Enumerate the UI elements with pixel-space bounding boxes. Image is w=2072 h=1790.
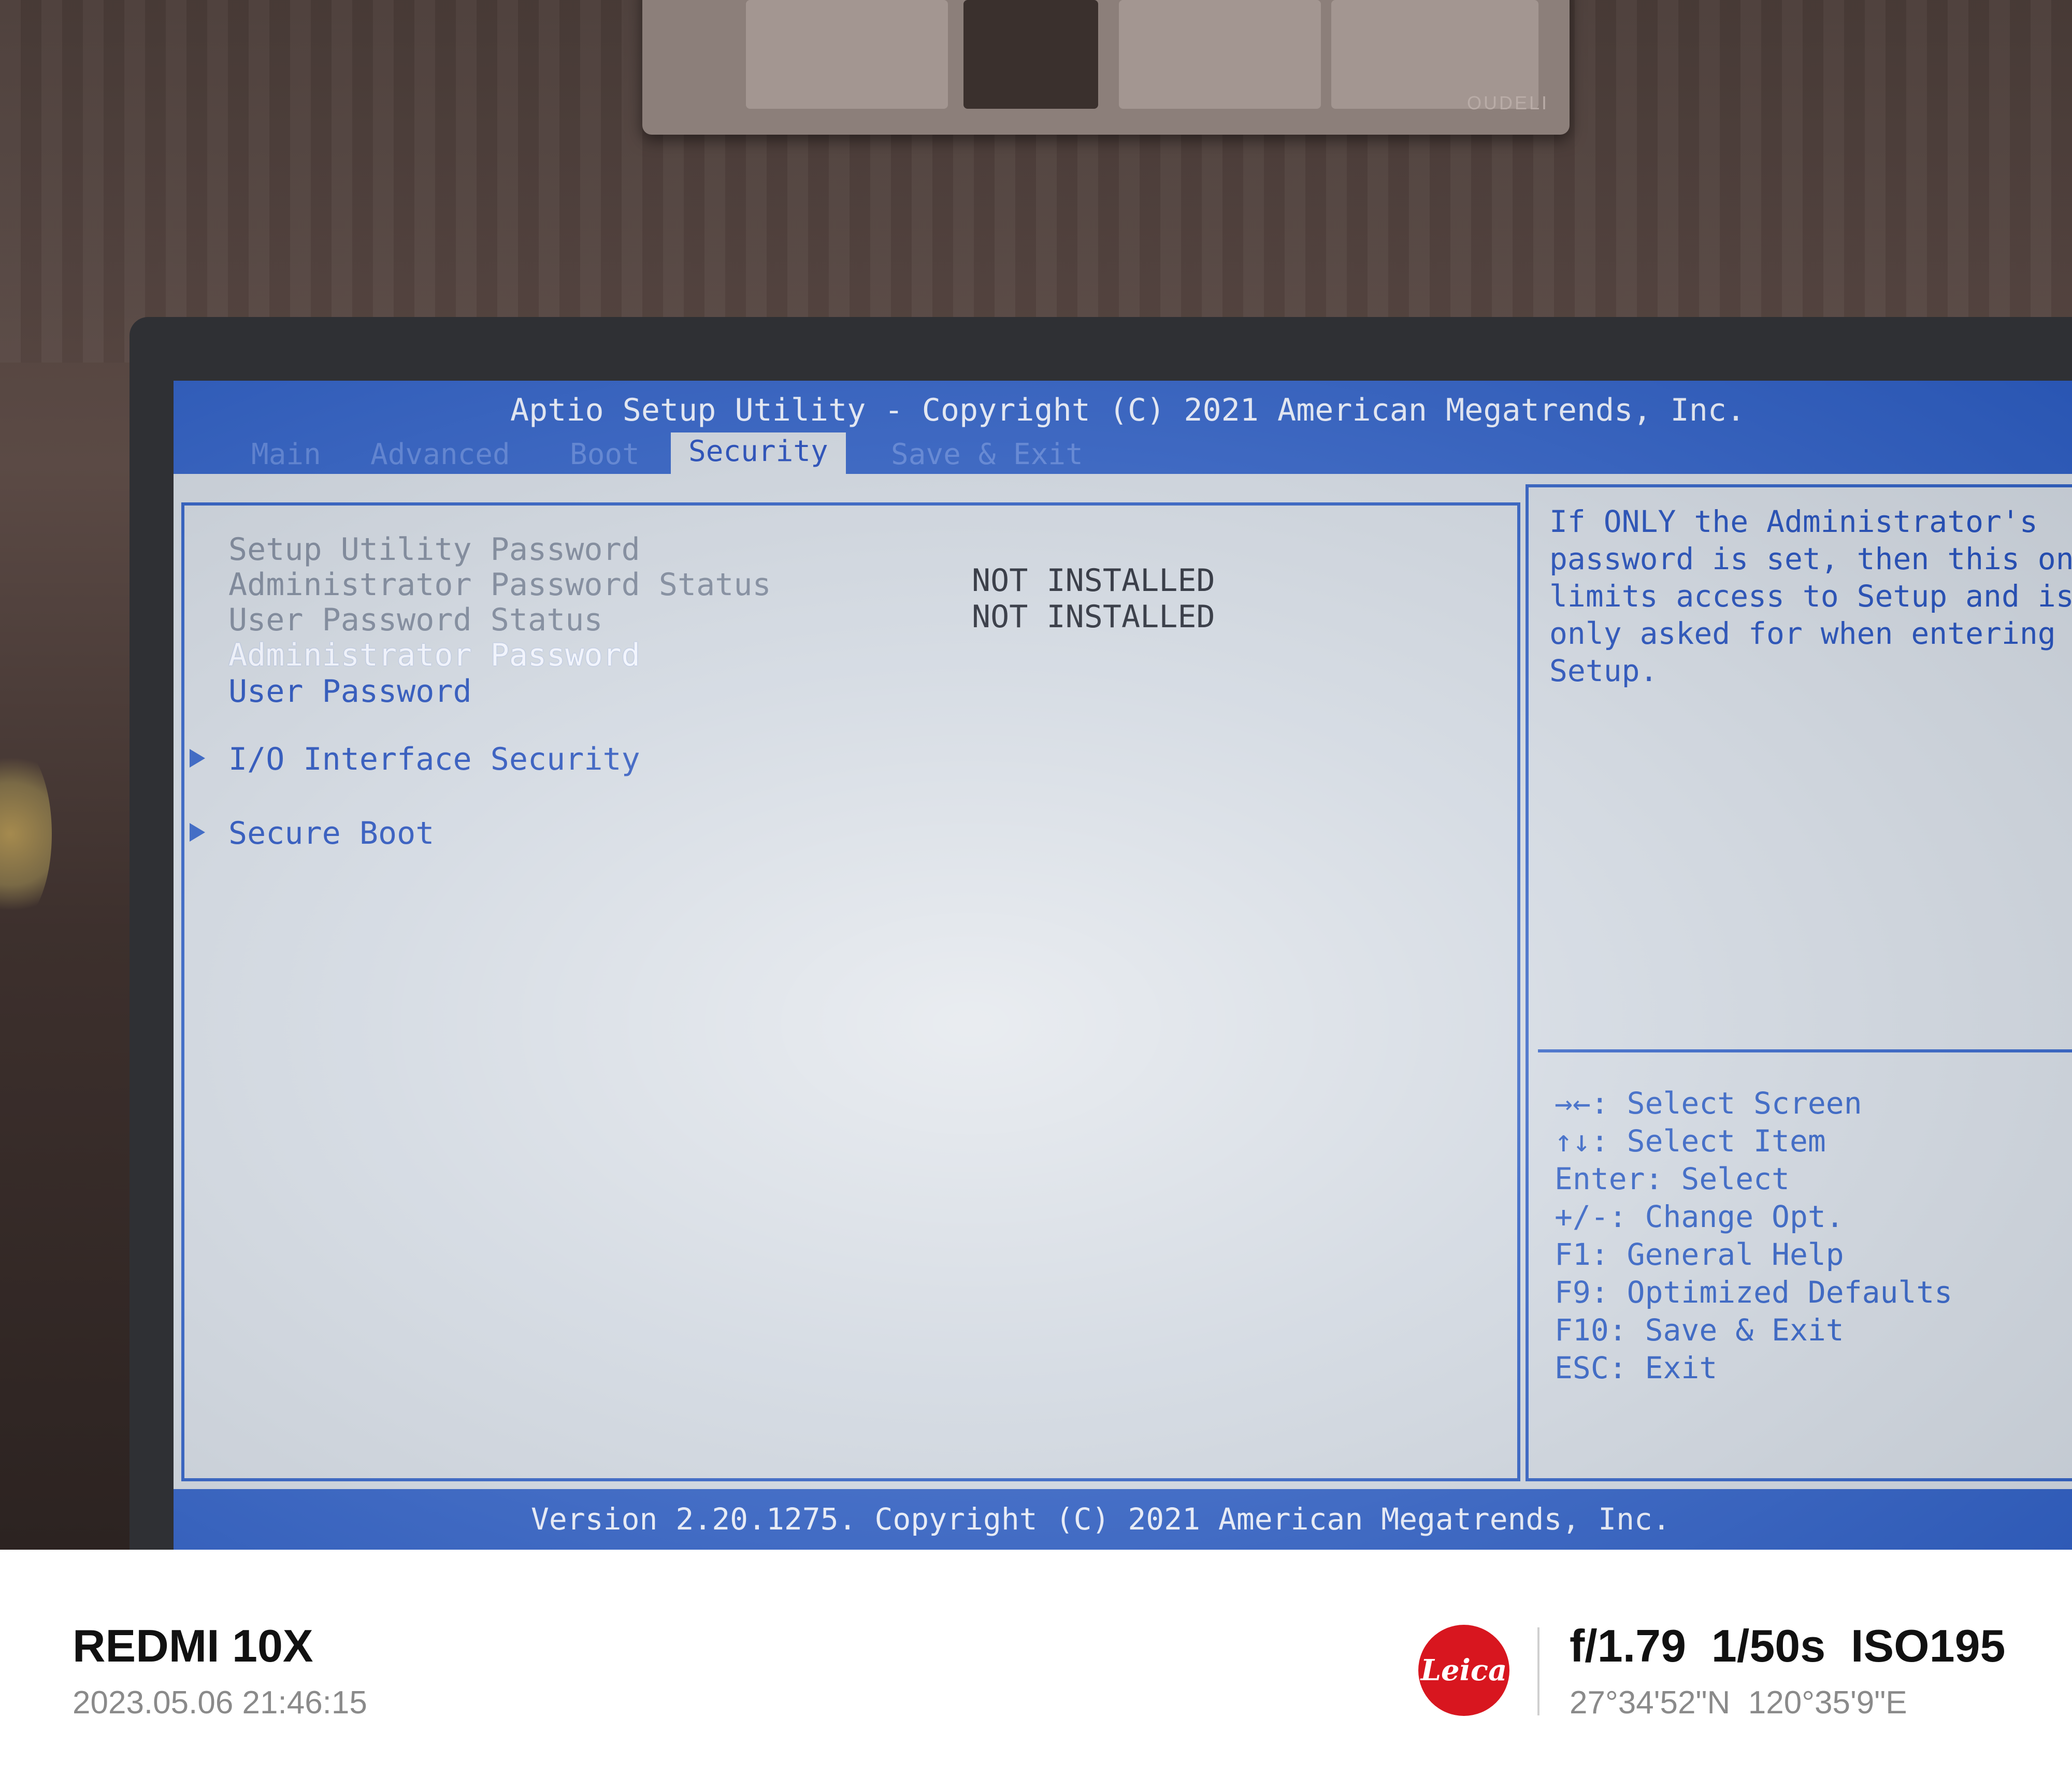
bios-screen: Aptio Setup Utility - Copyright (C) 2021… xyxy=(174,381,2072,1550)
socket-outlet xyxy=(1119,0,1321,109)
bios-header: Aptio Setup Utility - Copyright (C) 2021… xyxy=(174,381,2072,474)
help-panel: If ONLY the Administrator's password is … xyxy=(1526,484,2072,1481)
exif-settings: f/1.79 1/50s ISO195 xyxy=(1570,1620,2006,1671)
flower-decoration xyxy=(0,741,52,927)
key-hint: F10: Save & Exit xyxy=(1555,1312,1844,1348)
submenu-arrow-icon xyxy=(190,823,205,842)
wall-socket: OUDELI xyxy=(642,0,1570,135)
tab-advanced[interactable]: Advanced xyxy=(370,438,510,471)
secure-boot-item[interactable]: Secure Boot xyxy=(228,815,434,851)
key-hint: ↑↓: Select Item xyxy=(1555,1123,1826,1159)
device-model: REDMI 10X xyxy=(73,1620,313,1671)
photo-background: OUDELI Aptio Setup Utility - Copyright (… xyxy=(0,0,2072,1550)
leica-logo: Leica xyxy=(1418,1625,1509,1716)
key-hint: F9: Optimized Defaults xyxy=(1555,1275,1953,1310)
bios-footer: Version 2.20.1275. Copyright (C) 2021 Am… xyxy=(174,1489,2072,1550)
key-hint: Enter: Select xyxy=(1555,1161,1790,1196)
tab-save-exit[interactable]: Save & Exit xyxy=(891,438,1083,471)
key-hint: ESC: Exit xyxy=(1555,1350,1718,1385)
socket-switch xyxy=(963,0,1098,109)
key-hint: F1: General Help xyxy=(1555,1237,1844,1272)
setup-utility-password-label: Setup Utility Password xyxy=(228,531,640,568)
key-hint: →←: Select Screen xyxy=(1555,1086,1862,1121)
bios-version: Version 2.20.1275. Copyright (C) 2021 Am… xyxy=(531,1502,1671,1537)
user-password-status-value: NOT INSTALLED xyxy=(972,599,1215,635)
bios-title: Aptio Setup Utility - Copyright (C) 2021… xyxy=(510,392,1746,428)
key-hint: +/-: Change Opt. xyxy=(1555,1199,1844,1234)
settings-panel: Setup Utility Password Administrator Pas… xyxy=(181,502,1520,1481)
info-divider xyxy=(1537,1627,1539,1715)
photo-info-strip: REDMI 10X 2023.05.06 21:46:15 Leica f/1.… xyxy=(0,1550,2072,1790)
user-password-item[interactable]: User Password xyxy=(228,673,472,710)
admin-password-status-value: NOT INSTALLED xyxy=(972,562,1215,599)
socket-brand: OUDELI xyxy=(1466,92,1549,113)
user-password-status-label: User Password Status xyxy=(228,602,603,638)
socket-switch xyxy=(746,0,948,109)
help-text: If ONLY the Administrator's password is … xyxy=(1549,504,2072,688)
administrator-password-item[interactable]: Administrator Password xyxy=(228,637,640,673)
tab-boot[interactable]: Boot xyxy=(570,438,640,471)
tab-security[interactable]: Security xyxy=(671,432,846,474)
io-interface-security-item[interactable]: I/O Interface Security xyxy=(228,741,640,777)
gps-coordinates: 27°34'52"N 120°35'9"E xyxy=(1570,1685,1907,1721)
admin-password-status-label: Administrator Password Status xyxy=(228,567,771,603)
capture-datetime: 2023.05.06 21:46:15 xyxy=(73,1685,367,1721)
help-divider xyxy=(1538,1049,2072,1052)
tab-main[interactable]: Main xyxy=(251,438,321,471)
submenu-arrow-icon xyxy=(190,749,205,768)
